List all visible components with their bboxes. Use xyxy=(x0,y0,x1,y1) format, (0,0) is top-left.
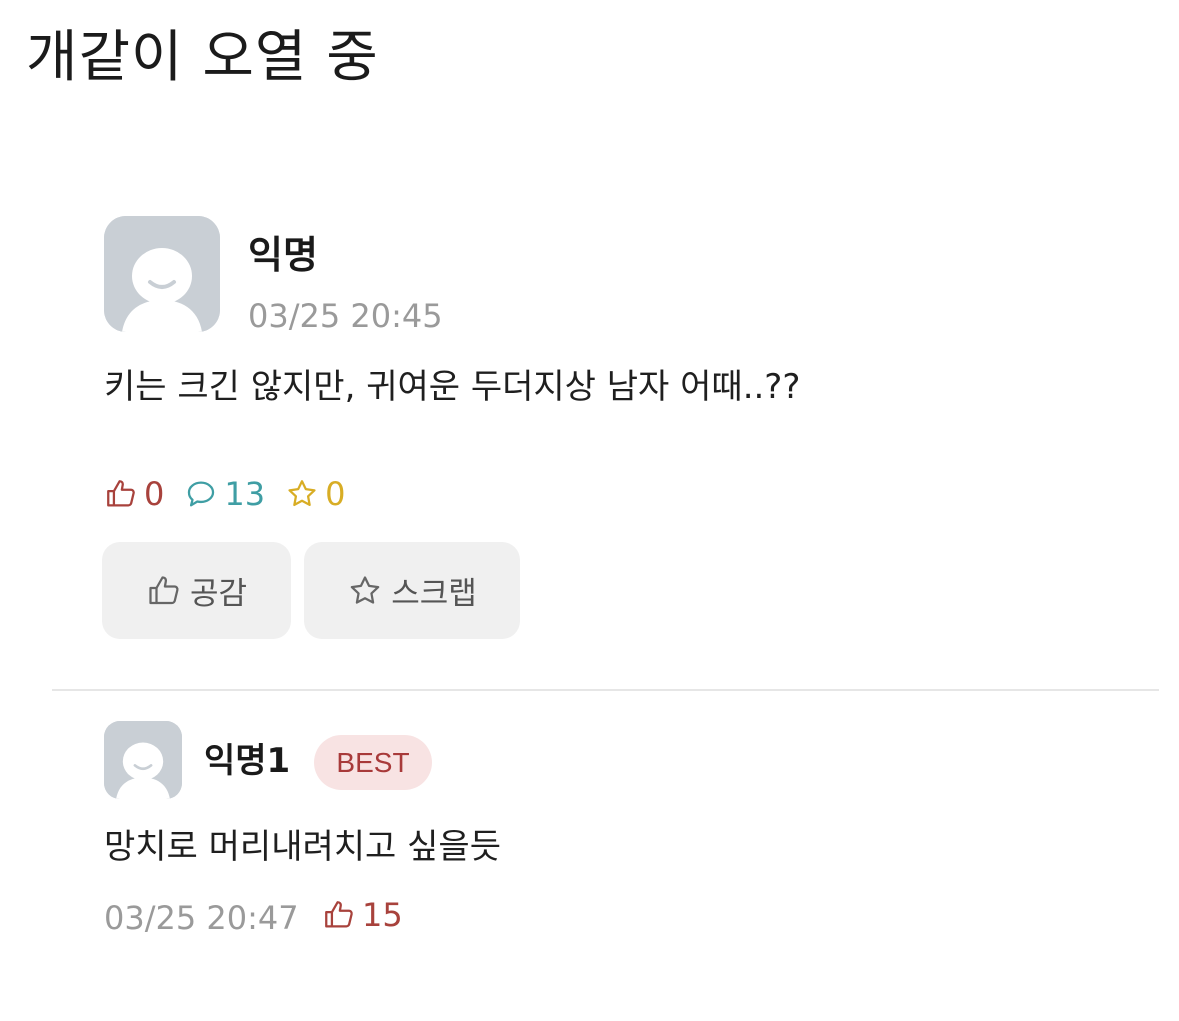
thumbs-up-icon xyxy=(107,480,135,507)
comment-count: 13 xyxy=(184,477,265,511)
comment-author-avatar[interactable] xyxy=(104,721,182,799)
like-button[interactable]: 공감 xyxy=(102,542,291,639)
section-divider xyxy=(52,689,1159,691)
comment-count-value: 13 xyxy=(224,475,266,513)
like-count: 0 xyxy=(104,477,164,511)
default-avatar-icon xyxy=(104,216,220,332)
scrap-button[interactable]: 스크랩 xyxy=(304,542,520,639)
like-count-value: 0 xyxy=(144,475,165,513)
post-stats: 0 13 0 xyxy=(104,474,365,514)
default-avatar-icon xyxy=(104,721,182,799)
comment-author-name[interactable]: 익명1 xyxy=(204,744,290,778)
page-title: 개같이 오열 중 xyxy=(26,25,379,90)
scrap-button-label: 스크랩 xyxy=(391,576,477,612)
star-icon xyxy=(288,480,316,507)
thumbs-up-icon xyxy=(149,575,179,604)
thumbs-up-icon xyxy=(325,901,353,928)
comment-like-count[interactable]: 15 xyxy=(322,898,403,932)
like-button-label: 공감 xyxy=(189,576,248,612)
scrap-count-value: 0 xyxy=(325,475,346,513)
scrap-count: 0 xyxy=(285,477,345,511)
post-author-avatar[interactable] xyxy=(104,216,220,332)
speech-bubble-icon xyxy=(188,481,215,507)
best-badge: BEST xyxy=(314,735,432,790)
comment-like-value: 15 xyxy=(362,896,403,934)
star-icon xyxy=(350,575,380,604)
post-author-name[interactable]: 익명 xyxy=(248,236,318,274)
comment-body: 망치로 머리내려치고 싶을듯 xyxy=(104,827,501,867)
comment-timestamp: 03/25 20:47 xyxy=(104,899,299,937)
post-timestamp: 03/25 20:45 xyxy=(248,297,443,335)
post-body: 키는 크긴 않지만, 귀여운 두더지상 남자 어때..?? xyxy=(104,367,801,407)
